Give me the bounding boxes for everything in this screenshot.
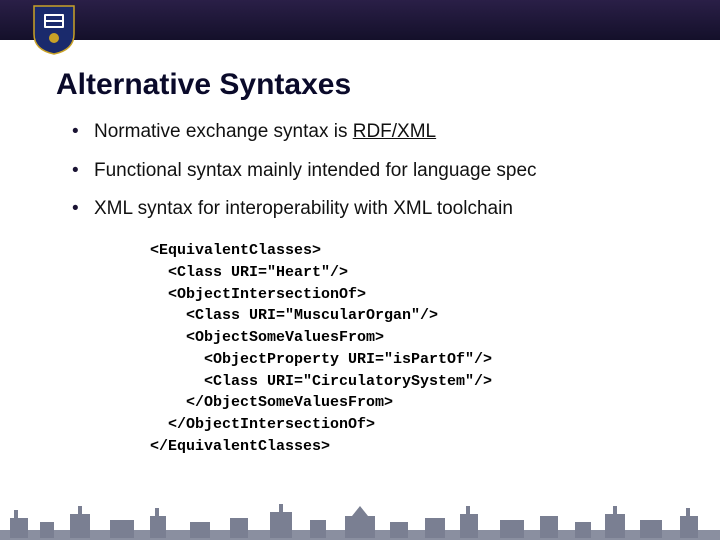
bullet-text: Normative exchange syntax is bbox=[94, 121, 353, 142]
bullet-text: XML syntax for interoperability with XML… bbox=[94, 198, 513, 219]
header-bar bbox=[0, 0, 720, 40]
footer-skyline bbox=[0, 500, 720, 540]
university-crest bbox=[32, 4, 76, 56]
bullet-item: Functional syntax mainly intended for la… bbox=[72, 159, 720, 184]
bullet-item: Normative exchange syntax is RDF/XML bbox=[72, 120, 720, 145]
bullet-text: Functional syntax mainly intended for la… bbox=[94, 160, 537, 181]
bullet-link-text: RDF/XML bbox=[353, 121, 436, 142]
bullet-item: XML syntax for interoperability with XML… bbox=[72, 197, 720, 222]
xml-code-block: <EquivalentClasses> <Class URI="Heart"/>… bbox=[150, 240, 720, 458]
slide-title: Alternative Syntaxes bbox=[56, 68, 720, 102]
bullet-list: Normative exchange syntax is RDF/XML Fun… bbox=[72, 120, 720, 222]
